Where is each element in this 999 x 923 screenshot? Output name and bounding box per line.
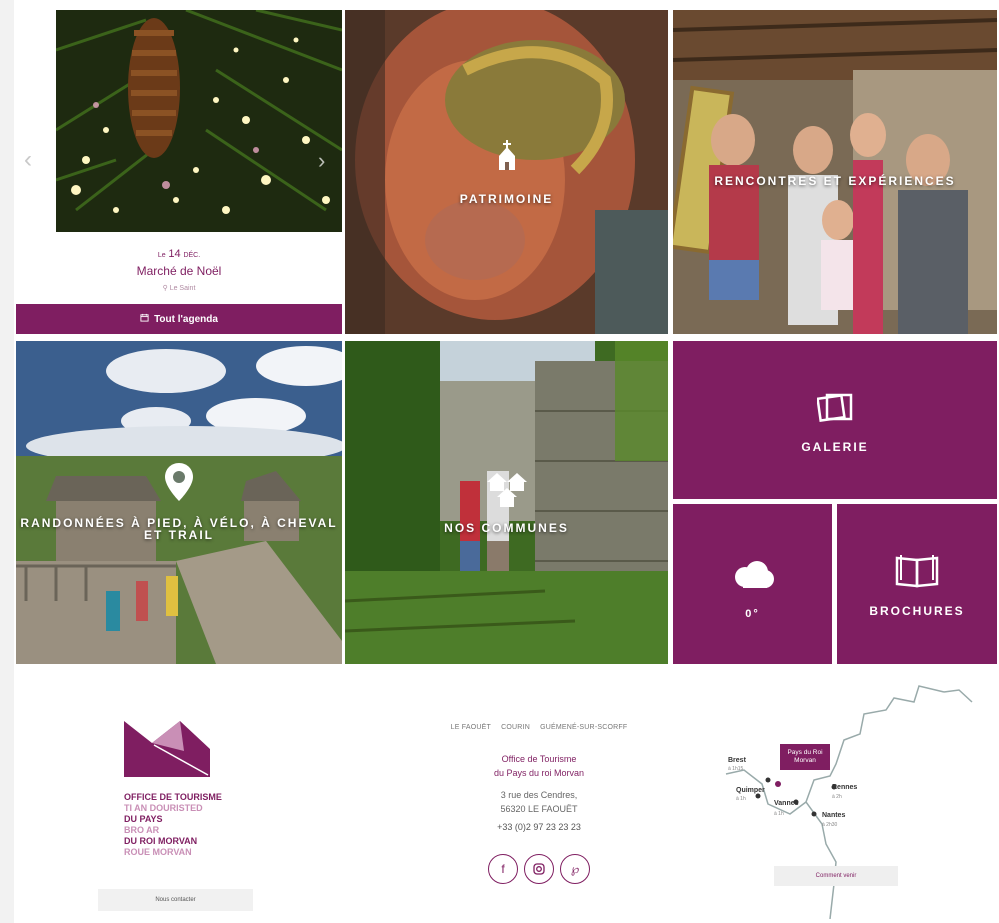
office-logo[interactable] <box>124 721 210 782</box>
social-links: f ℘ <box>394 854 684 884</box>
event-place: ⚲ Le Saint <box>16 284 342 292</box>
page: ‹ › Le 14 DÉC. Marché de Noël ⚲ Le Saint… <box>14 0 999 923</box>
address: 3 rue des Cendres, 56320 LE FAOUËT <box>394 788 684 816</box>
galerie-label: GALERIE <box>801 440 869 454</box>
communes-label: NOS COMMUNES <box>444 521 569 535</box>
org-name: Office de Tourisme du Pays du roi Morvan <box>394 752 684 780</box>
logo-line: ROUE MORVAN <box>124 847 192 857</box>
location-pin-icon <box>165 463 193 506</box>
gallery-icon <box>816 391 853 428</box>
office-logo-text: OFFICE DE TOURISME TI AN DOURISTED DU PA… <box>124 792 222 858</box>
tile-grid: ‹ › Le 14 DÉC. Marché de Noël ⚲ Le Saint… <box>14 10 999 664</box>
tile-rencontres[interactable]: RENCONTRES ET EXPÉRIENCES <box>673 10 997 334</box>
logo-line: BRO AR <box>124 825 160 835</box>
tile-communes[interactable]: NOS COMMUNES <box>345 341 668 664</box>
map-time-brest: à 1h15 <box>728 766 744 772</box>
footer: OFFICE DE TOURISME TI AN DOURISTED DU PA… <box>14 664 999 923</box>
footer-link-le-faouet[interactable]: LE FAOUËT <box>451 724 491 731</box>
logo-line: DU ROI MORVAN <box>124 836 198 846</box>
map-pays-tag: Pays du Roi Morvan <box>780 744 830 770</box>
phone-number[interactable]: +33 (0)2 97 23 23 23 <box>394 822 684 832</box>
logo-line: DU PAYS <box>124 814 163 824</box>
tile-brochures[interactable]: BROCHURES <box>837 504 997 664</box>
book-icon <box>894 554 940 593</box>
access-map[interactable]: Pays du Roi Morvan Brest à 1h15 Quimper … <box>714 684 974 919</box>
org-name-line2: du Pays du roi Morvan <box>493 768 585 778</box>
brochures-label: BROCHURES <box>869 604 965 618</box>
event-date: Le 14 DÉC. <box>16 248 342 260</box>
footer-link-courin[interactable]: COURIN <box>501 724 530 731</box>
next-arrow-icon[interactable]: › <box>318 148 325 174</box>
map-city-nantes: Nantes <box>822 812 846 819</box>
event-title[interactable]: Marché de Noël <box>16 264 342 278</box>
map-time-vannes: à 1h <box>774 811 784 817</box>
agenda-tile: ‹ › Le 14 DÉC. Marché de Noël ⚲ Le Saint… <box>16 10 342 334</box>
tile-patrimoine[interactable]: PATRIMOINE <box>345 10 668 334</box>
church-icon <box>495 140 519 175</box>
facebook-icon[interactable]: f <box>488 854 518 884</box>
event-date-prefix: Le <box>157 252 166 259</box>
map-time-nantes: à 2h30 <box>822 822 838 828</box>
temperature-label: 0° <box>745 608 760 620</box>
patrimoine-label: PATRIMOINE <box>459 192 554 206</box>
logo-line: OFFICE DE TOURISME <box>124 792 222 802</box>
cloud-icon <box>731 561 775 594</box>
calendar-icon <box>140 313 149 325</box>
map-city-rennes: Rennes <box>832 784 858 791</box>
address-line1: 3 rue des Cendres, <box>500 790 578 800</box>
map-city-brest: Brest <box>728 757 746 764</box>
pin-icon: ⚲ <box>162 285 168 292</box>
event-date-month: DÉC. <box>183 252 201 259</box>
rencontres-photo <box>673 10 997 334</box>
houses-icon <box>486 473 527 512</box>
event-place-label: Le Saint <box>169 285 196 292</box>
tile-randonnees[interactable]: RANDONNÉES À PIED, À VÉLO, À CHEVAL ET T… <box>16 341 342 664</box>
rencontres-label: RENCONTRES ET EXPÉRIENCES <box>714 174 956 188</box>
map-time-quimper: à 1h <box>736 796 746 802</box>
footer-links: LE FAOUËT COURIN GUÉMENÉ-SUR-SCORFF <box>394 724 684 731</box>
agenda-event-image[interactable] <box>56 10 342 232</box>
logo-line: TI AN DOURISTED <box>124 803 203 813</box>
tile-galerie[interactable]: GALERIE <box>673 341 997 499</box>
prev-arrow-icon[interactable]: ‹ <box>24 146 32 174</box>
org-name-line1: Office de Tourisme <box>501 754 577 764</box>
randonnees-label: RANDONNÉES À PIED, À VÉLO, À CHEVAL ET T… <box>20 516 338 542</box>
address-line2: 56320 LE FAOUËT <box>500 804 578 814</box>
map-city-quimper: Quimper <box>736 787 765 794</box>
event-date-day: 14 <box>168 248 181 260</box>
tile-meteo[interactable]: 0° <box>673 504 832 664</box>
contact-button[interactable]: Nous contacter <box>98 889 253 911</box>
footer-link-guemene[interactable]: GUÉMENÉ-SUR-SCORFF <box>540 724 627 731</box>
directions-button[interactable]: Comment venir <box>774 866 898 886</box>
footer-contact-block: LE FAOUËT COURIN GUÉMENÉ-SUR-SCORFF Offi… <box>394 724 684 884</box>
all-agenda-label: Tout l'agenda <box>154 313 218 325</box>
map-time-rennes: à 2h <box>832 794 842 800</box>
agenda-event-info[interactable]: Le 14 DÉC. Marché de Noël ⚲ Le Saint <box>16 232 342 304</box>
map-city-vannes: Vannes <box>774 800 799 807</box>
pinterest-icon[interactable]: ℘ <box>560 854 590 884</box>
all-agenda-button[interactable]: Tout l'agenda <box>16 304 342 334</box>
instagram-icon[interactable] <box>524 854 554 884</box>
